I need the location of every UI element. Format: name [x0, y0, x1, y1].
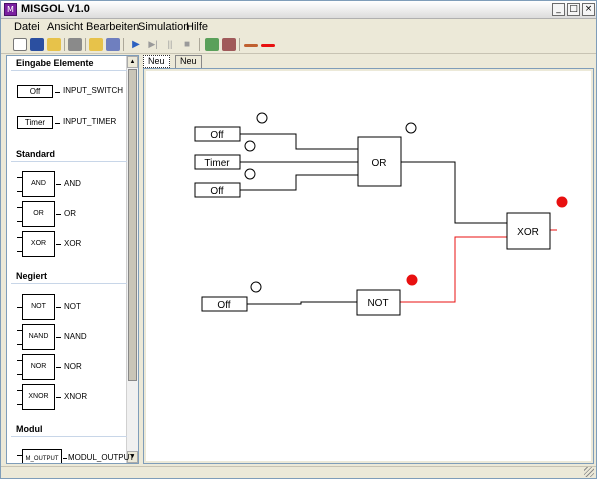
- palette-label: AND: [64, 179, 81, 188]
- section-title-standard: Standard: [16, 149, 56, 159]
- palette-item-not[interactable]: NOT NOT: [7, 294, 129, 320]
- palette-item-input-timer[interactable]: Timer INPUT_TIMER: [7, 114, 129, 140]
- section-title-modul: Modul: [16, 424, 43, 434]
- state-indicator-off: [250, 281, 262, 293]
- close-button[interactable]: ×: [582, 3, 595, 16]
- application-window: M MISGOL V1.0 _ □ × Datei Ansicht Bearbe…: [0, 0, 597, 479]
- palette-label: MODUL_OUTPUT: [68, 453, 135, 462]
- palette-label: NAND: [64, 332, 87, 341]
- palette-box: NOT: [22, 294, 55, 320]
- palette-box: XNOR: [22, 384, 55, 410]
- input-label: Off: [210, 130, 223, 141]
- palette-box: M_OUTPUT: [22, 449, 62, 463]
- wire-or-xor[interactable]: [401, 161, 507, 224]
- palette-item-nand[interactable]: NAND NAND: [7, 324, 129, 350]
- state-indicator-off: [405, 122, 417, 134]
- palette-box: NAND: [22, 324, 55, 350]
- step-icon[interactable]: ▶|: [146, 38, 160, 51]
- gate-label: OR: [372, 158, 387, 169]
- wire-red-icon[interactable]: [261, 44, 275, 47]
- palette-box: Timer: [17, 116, 53, 129]
- palette-label: XOR: [64, 239, 82, 248]
- section-title-negiert: Negiert: [16, 271, 48, 281]
- pause-icon[interactable]: ||: [163, 38, 177, 51]
- minimize-button[interactable]: _: [552, 3, 565, 16]
- state-indicator-off: [244, 140, 256, 152]
- state-indicator-off: [244, 168, 256, 180]
- scroll-thumb[interactable]: [128, 69, 137, 381]
- palette-item-nor[interactable]: NOR NOR: [7, 354, 129, 380]
- palette-item-modul-output[interactable]: M_OUTPUT MODUL_OUTPUT: [7, 449, 134, 463]
- zoom-out-icon[interactable]: [222, 38, 236, 51]
- menu-ansicht[interactable]: Ansicht: [47, 21, 83, 33]
- palette-item-input-switch[interactable]: Off INPUT_SWITCH: [7, 83, 129, 109]
- menu-datei[interactable]: Datei: [14, 21, 40, 33]
- open-folder-icon[interactable]: [47, 38, 61, 51]
- palette-label: NOT: [64, 302, 81, 311]
- open-icon[interactable]: [89, 38, 103, 51]
- menu-bearbeiten[interactable]: Bearbeiten: [86, 21, 139, 33]
- gate-label: XOR: [517, 227, 539, 238]
- input-label: Timer: [204, 158, 230, 169]
- palette-box: NOR: [22, 354, 55, 380]
- palette-item-or[interactable]: OR OR: [7, 201, 129, 227]
- scroll-up-button[interactable]: ▲: [127, 56, 138, 68]
- palette-label: NOR: [64, 362, 82, 371]
- palette-box: XOR: [22, 231, 55, 257]
- zoom-in-icon[interactable]: [205, 38, 219, 51]
- resize-grip[interactable]: [584, 467, 594, 477]
- palette-box: Off: [17, 85, 53, 98]
- title-bar[interactable]: M MISGOL V1.0 _ □ ×: [1, 1, 596, 19]
- wire-not-xor-active[interactable]: [400, 236, 507, 303]
- state-indicator-on: [406, 274, 418, 286]
- toolbar: ▶ ▶| || ■: [1, 36, 596, 54]
- save-icon[interactable]: [30, 38, 44, 51]
- palette-label: INPUT_TIMER: [63, 117, 117, 126]
- app-icon: M: [4, 3, 17, 16]
- wire-icon[interactable]: [244, 44, 258, 47]
- input-label: Off: [210, 186, 223, 197]
- palette-label: OR: [64, 209, 76, 218]
- play-icon[interactable]: ▶: [129, 38, 143, 51]
- wire-off2-or[interactable]: [240, 174, 358, 191]
- input-label: Off: [217, 300, 230, 311]
- wire-off3-not[interactable]: [247, 301, 357, 305]
- palette-label: XNOR: [64, 392, 88, 401]
- gate-label: NOT: [367, 298, 388, 309]
- status-bar: [1, 466, 596, 478]
- palette-box: AND: [22, 171, 55, 197]
- palette-item-and[interactable]: AND AND: [7, 171, 129, 197]
- window-title: MISGOL V1.0: [21, 3, 90, 15]
- section-title-eingabe: Eingabe Elemente: [16, 58, 94, 68]
- wire-off1-or[interactable]: [240, 133, 358, 150]
- palette-label: INPUT_SWITCH: [63, 86, 123, 95]
- palette-item-xnor[interactable]: XNOR XNOR: [7, 384, 129, 410]
- maximize-button[interactable]: □: [567, 3, 580, 16]
- tab-neu-active[interactable]: Neu: [143, 55, 170, 68]
- state-indicator-on: [556, 196, 568, 208]
- new-file-icon[interactable]: [13, 38, 27, 51]
- export-icon[interactable]: [106, 38, 120, 51]
- palette-item-xor[interactable]: XOR XOR: [7, 231, 129, 257]
- element-palette: ▲ ▼ Eingabe Elemente Off INPUT_SWITCH Ti…: [6, 55, 139, 464]
- circuit-canvas-frame: Off Timer Off Off OR XOR NOT: [143, 68, 594, 464]
- menu-bar: Datei Ansicht Bearbeiten Simulation Hilf…: [1, 19, 596, 36]
- circuit-canvas[interactable]: Off Timer Off Off OR XOR NOT: [146, 71, 591, 461]
- tab-neu[interactable]: Neu: [175, 55, 202, 68]
- menu-hilfe[interactable]: Hilfe: [186, 21, 208, 33]
- palette-box: OR: [22, 201, 55, 227]
- print-icon[interactable]: [68, 38, 82, 51]
- menu-simulation[interactable]: Simulation: [138, 21, 189, 33]
- stop-icon[interactable]: ■: [180, 38, 194, 51]
- state-indicator-off: [256, 112, 268, 124]
